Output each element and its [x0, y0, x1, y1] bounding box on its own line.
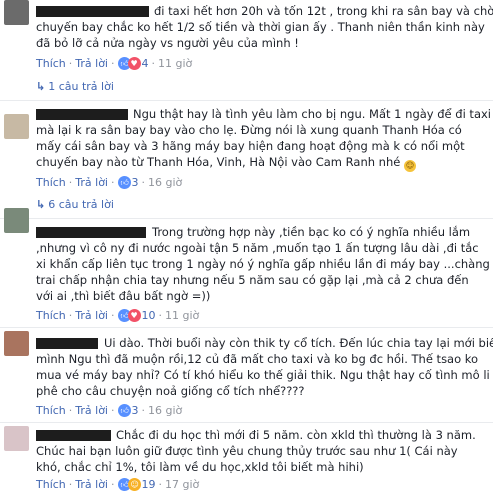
comment-text: ,nhưng vì cô ny đi nước ngoài tận 5 năm … [36, 241, 479, 255]
comment-text: trai chấp nhận chia tay nhưng nếu 5 năm … [36, 273, 469, 287]
comment-text: Ngu thật hay là tình yêu làm cho bị ngu.… [133, 107, 491, 121]
haha-reaction-icon: ☺ [127, 478, 141, 491]
author-name[interactable] [36, 227, 146, 238]
comment-actions: Thích · Trả lời · 👍︎ ☺ 19 · 17 giờ [36, 478, 200, 491]
comment-text: mà lại k ra sân bay bay vào cho lẹ. Đừng… [36, 123, 462, 137]
avatar[interactable] [4, 331, 29, 356]
comment-text: Chắc đi du học thì mới đi 5 năm. còn xkl… [116, 428, 476, 442]
comment-text: Chúc hai bạn luôn giữ được tình yêu chun… [36, 444, 458, 458]
reply-button[interactable]: Trả lời [75, 478, 108, 491]
comment-text: mấy cái sân bay và 3 hãng máy bay hiện đ… [36, 139, 465, 153]
comment-actions: Thích · Trả lời · 👍︎ 3 · 16 giờ [36, 176, 183, 189]
avatar[interactable] [4, 426, 29, 451]
comment-text: khó, chắc chỉ 1%, tôi làm về du học,xkld… [36, 460, 364, 474]
reaction-count[interactable]: 4 [142, 57, 149, 70]
comment-text: phê cho câu chuyện noả giống cổ tích nhể… [36, 384, 305, 398]
comment-actions: Thích · Trả lời · 👍︎ ♥ 10 · 11 giờ [36, 309, 200, 322]
comment-text: đi taxi hết hơn 20h và tốn 12t , trong k… [154, 4, 493, 18]
reply-button[interactable]: Trả lời [75, 176, 108, 189]
reply-button[interactable]: Trả lời [75, 57, 108, 70]
author-name[interactable] [36, 338, 98, 349]
like-button[interactable]: Thích [36, 176, 66, 189]
divider [0, 218, 493, 219]
reaction-count[interactable]: 3 [132, 404, 139, 417]
reply-arrow-icon: ↳ [36, 198, 46, 211]
like-button[interactable]: Thích [36, 404, 66, 417]
like-reaction-icon: 👍︎ [117, 404, 131, 417]
comment-text: chuyến bay nào từ Thanh Hóa, Vinh, Hà Nộ… [36, 155, 416, 172]
timestamp[interactable]: 16 giờ [148, 404, 182, 417]
like-button[interactable]: Thích [36, 57, 66, 70]
reaction-count[interactable]: 10 [142, 309, 156, 322]
love-reaction-icon: ♥ [127, 57, 141, 70]
reaction-count[interactable]: 3 [132, 176, 139, 189]
reply-arrow-icon: ↳ [36, 80, 46, 93]
comment-actions: Thích · Trả lời · 👍︎ 3 · 16 giờ [36, 404, 183, 417]
timestamp[interactable]: 17 giờ [165, 478, 199, 491]
reply-button[interactable]: Trả lời [75, 404, 108, 417]
divider [0, 100, 493, 101]
reaction-count[interactable]: 19 [142, 478, 156, 491]
comment-text: chuyến bay chắc ko hết 1/2 số tiền và th… [36, 20, 485, 34]
comment-text: Trong trường hợp này ,tiền bạc ko có ý n… [152, 225, 471, 239]
divider [0, 327, 493, 328]
avatar[interactable] [4, 208, 29, 233]
view-replies-link[interactable]: ↳ 1 câu trả lời [36, 80, 114, 94]
like-button[interactable]: Thích [36, 309, 66, 322]
comment-text: với ai ,thì biết đâu bất ngờ =)) [36, 289, 211, 303]
love-reaction-icon: ♥ [127, 309, 141, 322]
timestamp[interactable]: 16 giờ [148, 176, 182, 189]
reply-button[interactable]: Trả lời [75, 309, 108, 322]
smile-emoji-icon: ☺ [404, 160, 416, 172]
comment-text: mình Ngu thì đã muộn rồi,12 củ đã mất ch… [36, 352, 479, 366]
divider [0, 422, 493, 423]
timestamp[interactable]: 11 giờ [165, 309, 199, 322]
author-name[interactable] [36, 430, 111, 441]
comment-text: đã bỏ lỡ cả nửa ngày vs người yêu của mì… [36, 36, 299, 50]
comment-text: xi khẩn cấp liên tục trong 1 ngày nó ý n… [36, 257, 490, 271]
avatar[interactable] [4, 0, 29, 25]
view-replies-link[interactable]: ↳ 6 câu trả lời [36, 198, 114, 212]
comment-text: Ui dào. Thời buổi này còn thik ty cổ tíc… [104, 336, 493, 350]
comment-text: mua vé máy bay nhỉ? Có tí khó hiểu ko th… [36, 368, 490, 382]
comment-actions: Thích · Trả lời · 👍︎ ♥ 4 · 11 giờ [36, 57, 193, 70]
avatar[interactable] [4, 114, 29, 139]
timestamp[interactable]: 11 giờ [158, 57, 192, 70]
author-name[interactable] [36, 109, 128, 120]
like-button[interactable]: Thích [36, 478, 66, 491]
author-name[interactable] [36, 6, 149, 17]
like-reaction-icon: 👍︎ [117, 176, 131, 189]
